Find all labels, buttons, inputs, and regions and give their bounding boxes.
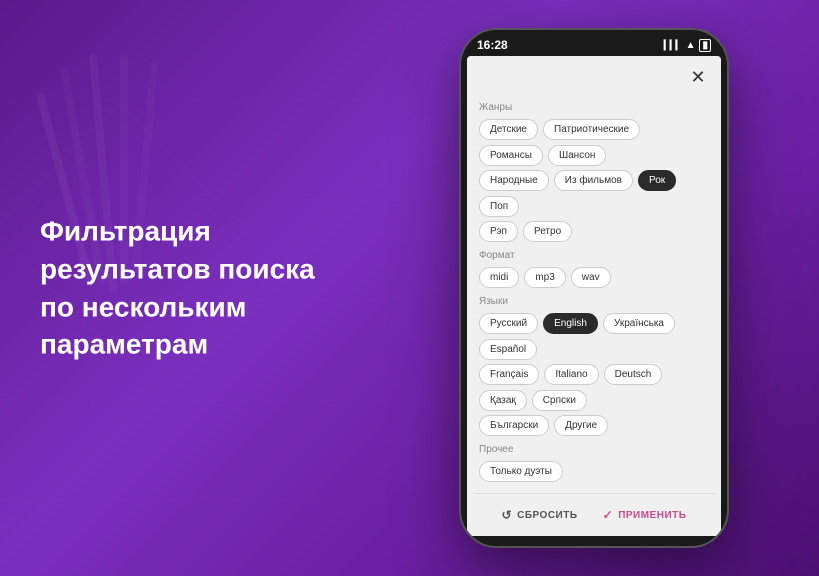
phone-notch bbox=[559, 30, 629, 40]
signal-icon: ▎▎▎ bbox=[664, 40, 682, 51]
tag-français[interactable]: Français bbox=[479, 364, 539, 385]
tag-романсы[interactable]: Романсы bbox=[479, 145, 543, 166]
filter-body: Жанры Детские Патриотические Романсы Шан… bbox=[467, 94, 721, 494]
status-icons: ▎▎▎ ▲ ▮ bbox=[664, 39, 711, 52]
other-section-label: Прочее bbox=[479, 444, 709, 455]
genres-row-3: Рэп Ретро bbox=[479, 221, 709, 242]
tag-español[interactable]: Español bbox=[479, 339, 537, 360]
phone-frame: 16:28 ▎▎▎ ▲ ▮ ✕ Жанры Детские Патриотиче… bbox=[459, 28, 729, 548]
tag-только-дуэты[interactable]: Только дуэты bbox=[479, 461, 563, 482]
tag-рэп[interactable]: Рэп bbox=[479, 221, 518, 242]
phone-mockup: 16:28 ▎▎▎ ▲ ▮ ✕ Жанры Детские Патриотиче… bbox=[459, 28, 729, 548]
phone-screen: ✕ Жанры Детские Патриотические Романсы Ш… bbox=[467, 56, 721, 536]
tag-шансон[interactable]: Шансон bbox=[548, 145, 606, 166]
tag-патриотические[interactable]: Патриотические bbox=[543, 119, 640, 140]
hero-text: Фильтрация результатов поиска по несколь… bbox=[40, 212, 315, 363]
tag-italiano[interactable]: Italiano bbox=[544, 364, 598, 385]
tag-қазақ[interactable]: Қазақ bbox=[479, 390, 527, 411]
reset-button[interactable]: ↺ СБРОСИТЬ bbox=[502, 508, 578, 522]
genres-row-2: Народные Из фильмов Рок Поп bbox=[479, 170, 709, 217]
status-time: 16:28 bbox=[477, 38, 508, 52]
format-section-label: Формат bbox=[479, 250, 709, 261]
reset-label: СБРОСИТЬ bbox=[517, 510, 577, 521]
apply-icon: ✓ bbox=[603, 508, 614, 522]
genres-row-1: Детские Патриотические Романсы Шансон bbox=[479, 119, 709, 166]
languages-row-2: Français Italiano Deutsch Қазақ Српски bbox=[479, 364, 709, 411]
filter-footer: ↺ СБРОСИТЬ ✓ ПРИМЕНИТЬ bbox=[473, 493, 715, 536]
tag-другие[interactable]: Другие bbox=[554, 415, 608, 436]
tag-українська[interactable]: Українська bbox=[603, 313, 675, 334]
tag-български[interactable]: Български bbox=[479, 415, 549, 436]
apply-label: ПРИМЕНИТЬ bbox=[618, 510, 686, 521]
languages-row-1: Русский English Українська Español bbox=[479, 313, 709, 360]
close-button[interactable]: ✕ bbox=[687, 66, 709, 88]
tag-mp3[interactable]: mp3 bbox=[524, 267, 565, 288]
other-row: Только дуэты bbox=[479, 461, 709, 482]
hero-line3: по нескольким bbox=[40, 291, 246, 322]
tag-deutsch[interactable]: Deutsch bbox=[604, 364, 663, 385]
battery-icon: ▮ bbox=[699, 39, 711, 52]
tag-midi[interactable]: midi bbox=[479, 267, 519, 288]
tag-wav[interactable]: wav bbox=[571, 267, 611, 288]
hero-line1: Фильтрация bbox=[40, 215, 211, 246]
tag-english[interactable]: English bbox=[543, 313, 598, 334]
tag-народные[interactable]: Народные bbox=[479, 170, 549, 191]
hero-line4: параметрам bbox=[40, 329, 208, 360]
tag-русский[interactable]: Русский bbox=[479, 313, 538, 334]
wifi-icon: ▲ bbox=[686, 40, 696, 51]
tag-рок[interactable]: Рок bbox=[638, 170, 676, 191]
format-row: midi mp3 wav bbox=[479, 267, 709, 288]
hero-line2: результатов поиска bbox=[40, 253, 315, 284]
tag-детские[interactable]: Детские bbox=[479, 119, 538, 140]
apply-button[interactable]: ✓ ПРИМЕНИТЬ bbox=[603, 508, 687, 522]
languages-section-label: Языки bbox=[479, 296, 709, 307]
tag-из-фильмов[interactable]: Из фильмов bbox=[554, 170, 633, 191]
tag-српски[interactable]: Српски bbox=[532, 390, 587, 411]
genres-section-label: Жанры bbox=[479, 102, 709, 113]
tag-поп[interactable]: Поп bbox=[479, 196, 519, 217]
tag-ретро[interactable]: Ретро bbox=[523, 221, 572, 242]
languages-row-3: Български Другие bbox=[479, 415, 709, 436]
filter-header: ✕ bbox=[467, 56, 721, 94]
reset-icon: ↺ bbox=[502, 508, 513, 522]
